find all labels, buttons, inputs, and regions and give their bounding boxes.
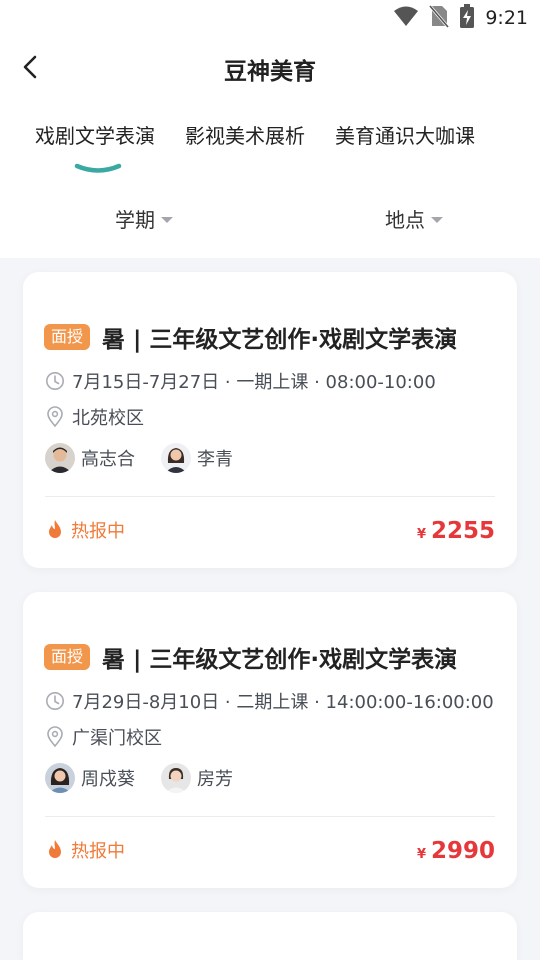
teacher-name: 高志合 <box>81 449 135 470</box>
tab-film-art[interactable]: 影视美术展析 <box>185 120 305 149</box>
teacher-name: 周戍葵 <box>81 769 135 790</box>
page-title: 豆神美育 <box>224 59 316 85</box>
status-icons: 9:21 <box>393 4 528 32</box>
clock-icon <box>45 371 65 391</box>
schedule-text: 7月29日-8月10日 · 二期上课 · 14:00:00-16:00:00 <box>72 692 494 713</box>
schedule-row: 7月15日-7月27日 · 一期上课 · 08:00-10:00 <box>45 368 436 394</box>
location-text: 广渠门校区 <box>72 728 162 749</box>
location-row: 北苑校区 <box>45 404 144 430</box>
fire-icon <box>45 519 65 541</box>
hot-status: 热报中 <box>45 837 125 863</box>
price: ¥ 2990 <box>417 838 495 864</box>
currency-symbol: ¥ <box>416 527 426 542</box>
tab-label: 影视美术展析 <box>185 124 305 148</box>
course-card[interactable]: 面授 暑 | 三年级文艺创作·戏剧文学表演 7月15日-7月27日 · 一期上课… <box>23 272 517 568</box>
card-divider <box>45 496 495 497</box>
course-title: 暑 | 三年级文艺创作·戏剧文学表演 <box>102 327 458 353</box>
no-sim-icon <box>429 4 450 32</box>
status-bar: 9:21 <box>0 0 540 36</box>
price-value: 2255 <box>430 518 495 544</box>
price: ¥ 2255 <box>417 518 495 544</box>
fire-icon <box>45 839 65 861</box>
teacher-name: 房芳 <box>197 769 233 790</box>
course-card[interactable] <box>23 912 517 960</box>
course-title: 暑 | 三年级文艺创作·戏剧文学表演 <box>102 647 458 673</box>
teacher[interactable]: 房芳 <box>161 763 233 793</box>
clock-icon <box>45 691 65 711</box>
teacher[interactable]: 高志合 <box>45 443 135 473</box>
avatar <box>161 443 191 473</box>
course-title-row: 面授 暑 | 三年级文艺创作·戏剧文学表演 <box>44 320 457 354</box>
location-pin-icon <box>45 406 65 428</box>
tab-label: 美育通识大咖课 <box>335 124 475 148</box>
teacher-list: 高志合 李青 <box>45 443 259 473</box>
location-filter[interactable]: 地点 <box>385 204 443 233</box>
wifi-icon <box>393 5 419 31</box>
teacher[interactable]: 李青 <box>161 443 233 473</box>
category-tabs: 戏剧文学表演 影视美术展析 美育通识大咖课 <box>0 120 540 173</box>
price-value: 2990 <box>430 838 495 864</box>
term-filter[interactable]: 学期 <box>115 204 173 233</box>
tab-general-course[interactable]: 美育通识大咖课 <box>335 120 475 149</box>
active-tab-indicator <box>74 160 122 179</box>
teacher-list: 周戍葵 房芳 <box>45 763 259 793</box>
course-title-row: 面授 暑 | 三年级文艺创作·戏剧文学表演 <box>44 640 457 674</box>
status-text: 热报中 <box>71 841 125 862</box>
teacher[interactable]: 周戍葵 <box>45 763 135 793</box>
avatar <box>161 763 191 793</box>
schedule-row: 7月29日-8月10日 · 二期上课 · 14:00:00-16:00:00 <box>45 688 494 714</box>
schedule-text: 7月15日-7月27日 · 一期上课 · 08:00-10:00 <box>72 372 436 393</box>
location-row: 广渠门校区 <box>45 724 162 750</box>
caret-down-icon <box>431 216 443 223</box>
caret-down-icon <box>161 216 173 223</box>
teacher-name: 李青 <box>197 449 233 470</box>
filter-label: 地点 <box>385 208 425 232</box>
filter-label: 学期 <box>115 208 155 232</box>
location-text: 北苑校区 <box>72 408 144 429</box>
status-time: 9:21 <box>485 7 528 29</box>
mode-badge: 面授 <box>44 644 91 670</box>
hot-status: 热报中 <box>45 517 125 543</box>
tab-drama[interactable]: 戏剧文学表演 <box>35 120 155 149</box>
card-divider <box>45 816 495 817</box>
battery-charging-icon <box>459 4 475 32</box>
tab-label: 戏剧文学表演 <box>35 124 155 148</box>
currency-symbol: ¥ <box>416 847 426 862</box>
location-pin-icon <box>45 726 65 748</box>
avatar <box>45 763 75 793</box>
status-text: 热报中 <box>71 521 125 542</box>
avatar <box>45 443 75 473</box>
course-card[interactable]: 面授 暑 | 三年级文艺创作·戏剧文学表演 7月29日-8月10日 · 二期上课… <box>23 592 517 888</box>
mode-badge: 面授 <box>44 324 91 350</box>
